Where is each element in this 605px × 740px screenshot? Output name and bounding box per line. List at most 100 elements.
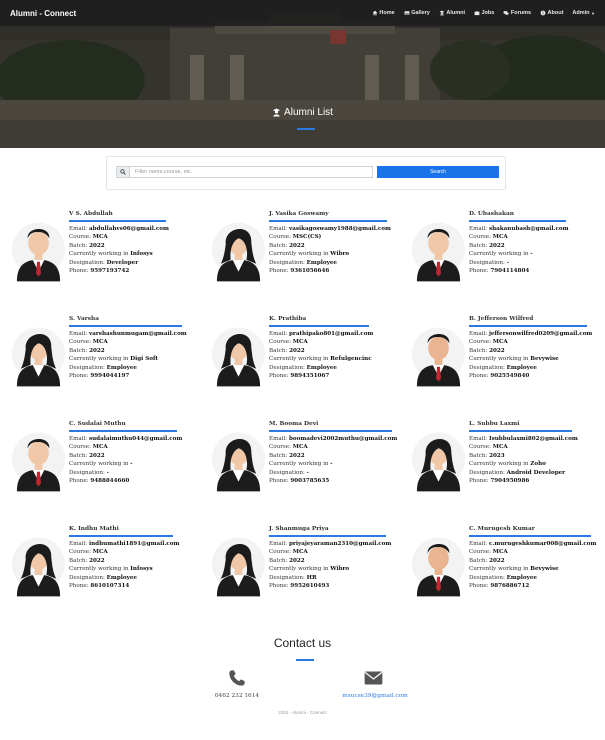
alumni-card: V S. Abdullah Email: abdullahvs06@gmail.c…: [0, 206, 200, 296]
alumni-designation: Designation: Android Developer: [469, 469, 566, 476]
name-underline: [269, 325, 369, 327]
alumni-card: S. Varsha Email: varshashunmugam@gmail.co…: [0, 311, 200, 401]
alumni-card: C. Sudalai Muthu Email: sudalaimuthu044@g…: [0, 416, 200, 506]
name-underline: [69, 430, 177, 432]
image-icon: [404, 11, 410, 15]
alumni-company: Currently working in -: [69, 461, 133, 468]
avatar-icon: [411, 216, 466, 282]
avatar-icon: [211, 531, 266, 597]
alumni-info: B. Jefferson Wilfred Email: jeffersonwilf…: [469, 315, 600, 381]
alumni-phone: Phone: 9361056646: [269, 268, 330, 275]
alumni-email: Email: varshashunmugam@gmail.com: [69, 330, 187, 337]
avatar-icon: [11, 426, 66, 492]
graduate-user-icon: [272, 108, 281, 117]
avatar-icon: [211, 321, 266, 387]
phone-icon: [229, 670, 245, 686]
alumni-designation: Designation: Employee: [469, 364, 537, 371]
alumni-phone: Phone: 7904950986: [469, 478, 530, 485]
name-underline: [469, 325, 587, 327]
alumni-info: C. Sudalai Muthu Email: sudalaimuthu044@g…: [69, 420, 200, 486]
avatar-icon: [11, 321, 66, 387]
alumni-email: Email: Isubbulaxmi802@gmail.com: [469, 435, 578, 442]
chevron-down-icon: ▼: [591, 10, 595, 16]
alumni-phone: Phone: 9952610493: [269, 583, 330, 590]
title-underline: [297, 128, 315, 130]
nav-item-forums[interactable]: Forums: [503, 10, 531, 16]
alumni-phone: Phone: 9003785635: [269, 478, 330, 485]
alumni-course: Course: MCA: [69, 549, 108, 556]
nav-item-home[interactable]: Home: [372, 10, 395, 16]
alumni-email: Email: indhumathi1891@gmail.com: [69, 540, 180, 547]
alumni-name: J. Shanmuga Priya: [269, 526, 329, 532]
alumni-email: Email: c.murugeshkumar008@gmail.com: [469, 540, 597, 547]
alumni-designation: Designation: -: [469, 259, 509, 266]
alumni-info: M. Boomа Devi Email: boomadevi2002muthu@g…: [269, 420, 400, 486]
nav-item-alumni[interactable]: Alumni: [439, 10, 465, 16]
avatar-icon: [411, 531, 466, 597]
contact-title: Contact us: [273, 636, 332, 650]
alumni-designation: Designation: -: [69, 469, 109, 476]
alumni-batch: Batch: 2022: [269, 557, 305, 564]
avatar-icon: [11, 216, 66, 282]
alumni-company: Currently working in Refulgencinc: [269, 356, 372, 363]
alumni-phone: Phone: 9876886712: [469, 583, 530, 590]
brand-logo-text[interactable]: Alumni - Connect: [10, 9, 76, 18]
alumni-info: J. Vasika Goswamy Email: vasikagoswamy198…: [269, 210, 400, 276]
alumni-email: Email: vasikagoswamy1988@gmail.com: [269, 225, 391, 232]
alumni-batch: Batch: 2022: [69, 347, 105, 354]
alumni-designation: Designation: Employee: [269, 259, 337, 266]
nav-item-about[interactable]: About: [540, 10, 563, 16]
search-button[interactable]: Search: [377, 166, 499, 178]
alumni-designation: Designation: HR: [269, 574, 317, 581]
alumni-card: C. Murugesh Kumar Email: c.murugeshkumar0…: [400, 521, 600, 611]
alumni-phone: Phone: 9597193742: [69, 268, 130, 275]
alumni-course: Course: MCA: [69, 444, 108, 451]
alumni-name: K. Prathiba: [269, 316, 307, 322]
alumni-name: L. Subbu Laxmi: [469, 421, 520, 427]
admin-dropdown[interactable]: Admin ▼: [572, 10, 595, 16]
nav-item-gallery[interactable]: Gallery: [404, 10, 430, 16]
alumni-batch: Batch: 2023: [469, 452, 505, 459]
alumni-card: K. Prathiba Email: prathipako801@gmail.co…: [200, 311, 400, 401]
alumni-batch: Batch: 2022: [69, 452, 105, 459]
contact-email-link[interactable]: msucse39@gmail.com: [330, 693, 420, 699]
alumni-name: J. Vasika Goswamy: [269, 211, 329, 217]
alumni-name: S. Varsha: [69, 316, 100, 322]
alumni-phone: Phone: 7904114804: [469, 268, 530, 275]
search-icon: [116, 166, 130, 178]
alumni-course: Course: MCA: [469, 339, 508, 346]
avatar-icon: [411, 321, 466, 387]
alumni-company: Currently working in Wibro: [269, 251, 350, 258]
alumni-card: J. Vasika Goswamy Email: vasikagoswamy198…: [200, 206, 400, 296]
avatar-icon: [211, 216, 266, 282]
alumni-course: Course: MCA: [69, 234, 108, 241]
name-underline: [69, 535, 173, 537]
top-navbar: Alumni - Connect Home Gallery Alumni Job…: [0, 0, 605, 26]
alumni-phone: Phone: 9025549840: [469, 373, 530, 380]
alumni-info: K. Indhu Mathi Email: indhumathi1891@gmai…: [69, 525, 200, 591]
alumni-email: Email: prathipako801@gmail.com: [269, 330, 374, 337]
name-underline: [69, 325, 182, 327]
alumni-info: K. Prathiba Email: prathipako801@gmail.co…: [269, 315, 400, 381]
alumni-card: D. Ubashakan Email: shakanubash@gmail.com…: [400, 206, 600, 296]
alumni-info: S. Varsha Email: varshashunmugam@gmail.co…: [69, 315, 200, 381]
alumni-designation: Designation: Employee: [69, 574, 137, 581]
search-input[interactable]: [130, 166, 373, 178]
info-icon: [540, 10, 546, 16]
footer-copyright: 2024 - Alumni - Connect: [278, 710, 327, 715]
alumni-batch: Batch: 2022: [469, 242, 505, 249]
alumni-course: Course: MCA: [69, 339, 108, 346]
alumni-card: B. Jefferson Wilfred Email: jeffersonwilf…: [400, 311, 600, 401]
name-underline: [469, 430, 572, 432]
home-icon: [372, 10, 378, 16]
alumni-info: V S. Abdullah Email: abdullahvs06@gmail.c…: [69, 210, 200, 276]
name-underline: [269, 430, 392, 432]
alumni-designation: Designation: Developer: [69, 259, 139, 266]
alumni-batch: Batch: 2022: [269, 452, 305, 459]
alumni-course: Course: MCA: [469, 234, 508, 241]
alumni-course: Course: MCA: [469, 444, 508, 451]
alumni-course: Course: MCA: [469, 549, 508, 556]
nav-item-jobs[interactable]: Jobs: [474, 10, 494, 16]
alumni-info: J. Shanmuga Priya Email: priyajeyaraman23…: [269, 525, 400, 591]
alumni-name: M. Boomа Devi: [269, 421, 319, 427]
